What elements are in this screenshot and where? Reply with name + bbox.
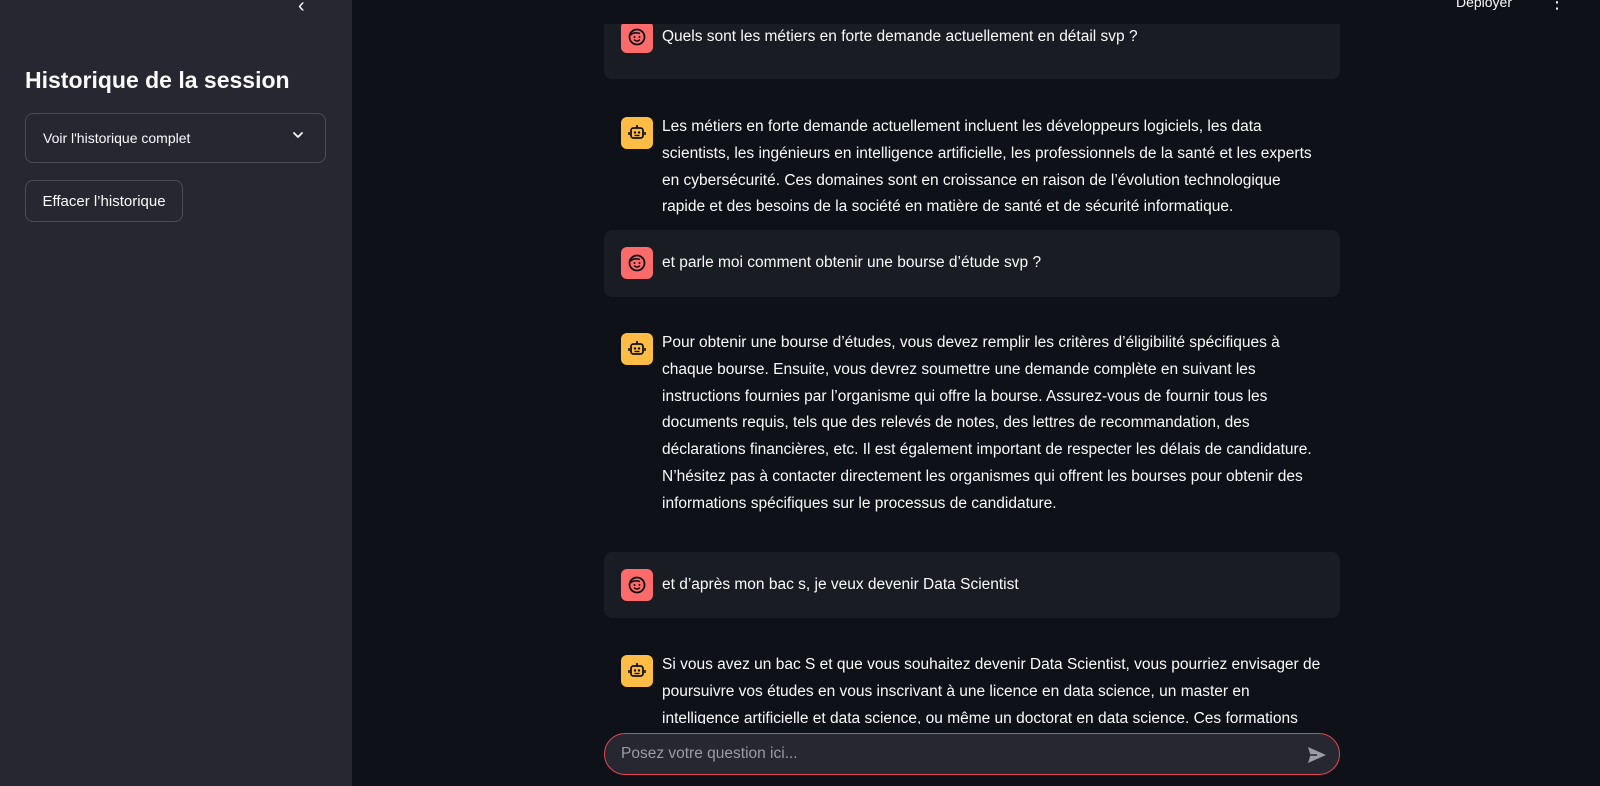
smiley-face-icon bbox=[621, 569, 653, 601]
vertical-dots-icon[interactable]: ⋮ bbox=[1548, 0, 1566, 13]
chat-message-assistant: Les métiers en forte demande actuellemen… bbox=[604, 92, 1340, 222]
message-text: Quels sont les métiers en forte demande … bbox=[662, 28, 1138, 45]
deploy-button[interactable]: Déployer bbox=[1456, 0, 1512, 10]
app-root: ‹ Historique de la session Voir l'histor… bbox=[0, 0, 1600, 786]
chat-message-user: et parle moi comment obtenir une bourse … bbox=[604, 230, 1340, 297]
history-select-value: Voir l'historique complet bbox=[43, 130, 191, 146]
message-text: et d’après mon bac s, je veux devenir Da… bbox=[662, 576, 1019, 593]
chat-message-user: et d’après mon bac s, je veux devenir Da… bbox=[604, 552, 1340, 618]
message-text: Si vous avez un bac S et que vous souhai… bbox=[662, 656, 1321, 724]
message-text: Les métiers en forte demande actuellemen… bbox=[662, 118, 1312, 216]
chevron-left-icon: ‹ bbox=[298, 0, 305, 17]
send-icon[interactable] bbox=[1305, 743, 1329, 767]
chat-input-container bbox=[604, 733, 1340, 775]
message-text: Pour obtenir une bourse d’études, vous d… bbox=[662, 334, 1312, 512]
chat-message-assistant: Pour obtenir une bourse d’études, vous d… bbox=[604, 310, 1340, 540]
clear-history-button[interactable]: Effacer l’historique bbox=[25, 180, 183, 222]
sidebar-title: Historique de la session bbox=[25, 67, 290, 93]
chat-message-assistant: Si vous avez un bac S et que vous souhai… bbox=[604, 632, 1340, 724]
collapse-sidebar-button[interactable]: ‹ bbox=[298, 0, 318, 16]
smiley-face-icon bbox=[621, 247, 653, 279]
robot-icon bbox=[621, 117, 653, 149]
history-select[interactable]: Voir l'historique complet bbox=[25, 113, 326, 163]
robot-icon bbox=[621, 655, 653, 687]
chat-message-user: Quels sont les métiers en forte demande … bbox=[604, 24, 1340, 79]
chevron-down-icon bbox=[293, 132, 303, 138]
smiley-face-icon bbox=[621, 24, 653, 53]
message-text: et parle moi comment obtenir une bourse … bbox=[662, 254, 1042, 271]
robot-icon bbox=[621, 333, 653, 365]
chat-input[interactable] bbox=[621, 734, 1281, 774]
sidebar: ‹ Historique de la session Voir l'histor… bbox=[0, 0, 352, 786]
chat-messages: Quels sont les métiers en forte demande … bbox=[604, 24, 1340, 724]
top-header: Déployer ⋮ bbox=[352, 0, 1600, 24]
